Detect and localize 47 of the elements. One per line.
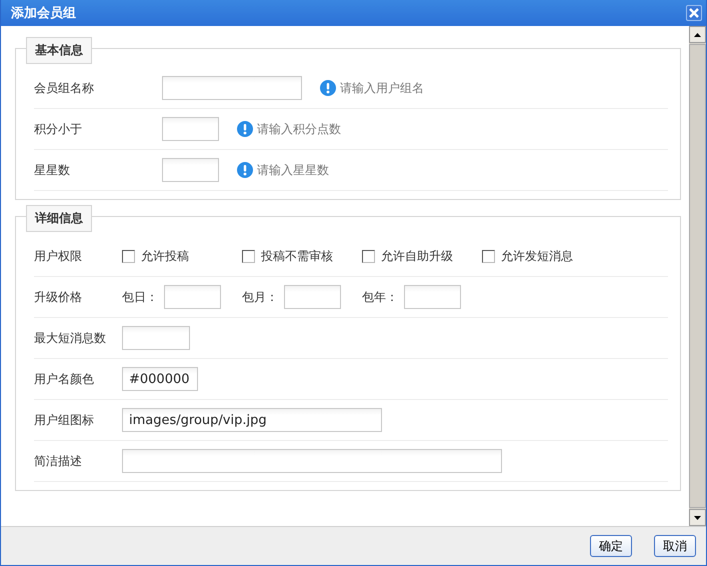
close-button[interactable] bbox=[686, 5, 702, 21]
hint-text: 请输入用户组名 bbox=[340, 80, 424, 96]
window-title: 添加会员组 bbox=[11, 5, 76, 22]
down-arrow-icon bbox=[694, 516, 701, 520]
checkbox-label: 允许投稿 bbox=[141, 248, 189, 264]
section-legend: 基本信息 bbox=[26, 37, 92, 64]
field-label: 积分小于 bbox=[34, 120, 83, 138]
checkbox-label: 允许自助升级 bbox=[381, 248, 453, 264]
price-label: 包年： bbox=[362, 288, 398, 306]
input-field[interactable]: #000000 bbox=[122, 367, 198, 391]
input-field[interactable] bbox=[162, 158, 219, 182]
field-label: 用户组图标 bbox=[34, 412, 95, 428]
dialog-button[interactable]: 取消 bbox=[654, 535, 696, 557]
price-label: 包月： bbox=[242, 288, 278, 306]
checkbox[interactable] bbox=[122, 250, 135, 262]
section-legend: 详细信息 bbox=[26, 205, 92, 232]
scroll-down-button[interactable] bbox=[689, 509, 706, 526]
input-field[interactable] bbox=[162, 117, 219, 141]
info-icon bbox=[237, 162, 253, 178]
input-field[interactable] bbox=[122, 326, 190, 350]
info-icon bbox=[237, 121, 253, 137]
dialog-button[interactable]: 确定 bbox=[590, 535, 632, 557]
input-field[interactable] bbox=[284, 285, 341, 309]
field-label: 简洁描述 bbox=[34, 452, 83, 470]
price-label: 包日： bbox=[122, 288, 158, 306]
checkbox[interactable] bbox=[482, 250, 495, 262]
up-arrow-icon bbox=[694, 32, 701, 36]
hint-text: 请输入积分点数 bbox=[257, 120, 341, 138]
checkbox[interactable] bbox=[242, 250, 255, 262]
input-field[interactable] bbox=[404, 285, 461, 309]
field-label: 星星数 bbox=[34, 162, 71, 178]
input-field[interactable] bbox=[162, 76, 302, 100]
field-label: 最大短消息数 bbox=[34, 330, 107, 346]
input-field[interactable]: images/group/vip.jpg bbox=[122, 408, 382, 432]
field-label: 用户名颜色 bbox=[34, 370, 95, 388]
hint-text: 请输入星星数 bbox=[257, 162, 329, 178]
checkbox[interactable] bbox=[362, 250, 375, 262]
input-field[interactable] bbox=[164, 285, 221, 309]
checkbox-label: 允许发短消息 bbox=[501, 248, 573, 264]
scrollbar[interactable] bbox=[689, 26, 706, 526]
input-field[interactable] bbox=[122, 449, 502, 473]
field-label: 用户权限 bbox=[34, 248, 83, 264]
scroll-up-button[interactable] bbox=[689, 26, 706, 43]
field-label: 升级价格 bbox=[34, 288, 83, 306]
field-label: 会员组名称 bbox=[34, 80, 95, 96]
info-icon bbox=[320, 80, 336, 96]
checkbox-label: 投稿不需审核 bbox=[261, 248, 333, 264]
